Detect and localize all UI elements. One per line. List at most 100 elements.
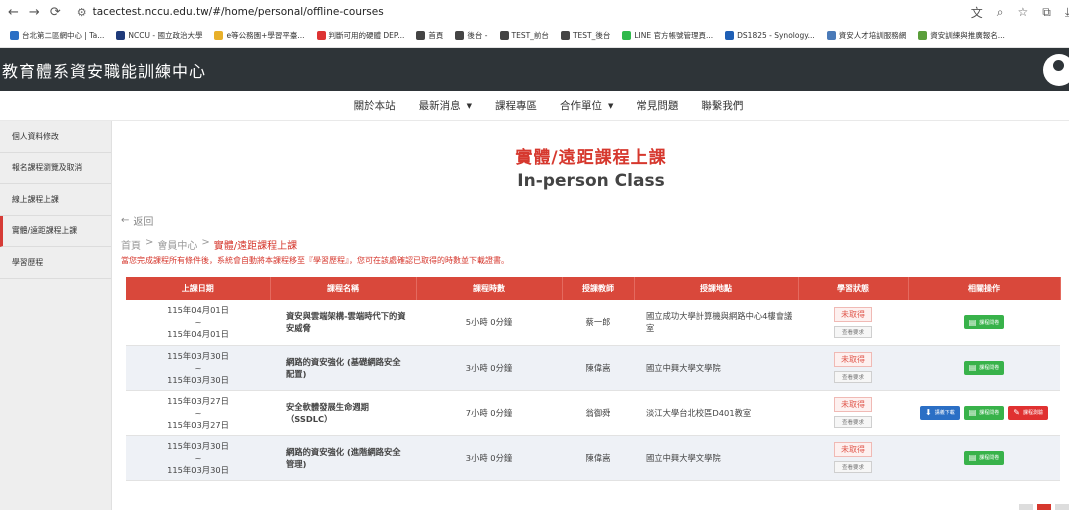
reload-icon[interactable]: ⟳ — [50, 5, 61, 20]
date-start: 115年03月27日 — [167, 395, 229, 406]
breadcrumb-current: 實體/遠距課程上課 — [213, 241, 298, 252]
table-header-row: 上課日期 課程名稱 課程時數 授課教師 授課地點 學習狀態 相關操作 — [126, 277, 1061, 300]
course-name: 安全軟體發展生命週期（SSDLC） — [270, 390, 416, 436]
bookmark-icon — [10, 30, 19, 40]
button-label: 課程問卷 — [979, 365, 1000, 371]
course-survey-button[interactable]: ▤ 課程問卷 — [963, 315, 1005, 330]
course-name: 網路的資安強化 (進階網路安全管理) — [270, 435, 416, 481]
bookmark-item[interactable]: 判斷可用的硬體 DEP... — [316, 30, 404, 41]
bookmark-label: e等公務園+學習平臺... — [226, 30, 305, 40]
site-info-icon[interactable]: ⚙ — [77, 6, 87, 19]
user-avatar-icon[interactable] — [1043, 54, 1069, 86]
browser-toolbar: 文 ⌕ ☆ ⧉ ⤓ ≡ — [971, 4, 1069, 21]
course-survey-button[interactable]: ▤ 課程問卷 — [963, 360, 1005, 375]
handout-download-button[interactable]: ⬇ 講義下載 — [919, 405, 960, 420]
view-requirements-button[interactable]: 查看要求 — [834, 371, 872, 383]
sidebar-item[interactable]: 實體/遠距課程上課 — [0, 215, 111, 247]
column-header: 授課地點 — [634, 277, 799, 300]
nav-item[interactable]: 聯繫我們 — [701, 98, 743, 113]
zoom-icon[interactable]: ⌕ — [997, 5, 1004, 20]
extensions-icon[interactable]: ⧉ — [1042, 5, 1051, 20]
bookmark-item[interactable]: LINE 官方帳號管理頁... — [622, 30, 713, 41]
bookmark-item[interactable]: e等公務園+學習平臺... — [214, 30, 305, 41]
date-start: 115年03月30日 — [167, 440, 229, 451]
content-layout: 個人資料修改 報名課程瀏覽及取消 線上課程上課 實體/遠距課程上課 學習歷程 實體/遠距… — [0, 121, 1069, 510]
bookmark-item[interactable]: DS1825 - Synology... — [725, 30, 815, 40]
column-header: 課程名稱 — [270, 277, 417, 300]
course-name: 資安與雲端架構-雲端時代下的資安威脅 — [270, 300, 416, 346]
translate-icon[interactable]: 文 — [971, 4, 983, 21]
breadcrumb-home[interactable]: 首頁 — [121, 237, 141, 252]
nav-item-label: 關於本站 — [353, 100, 396, 112]
nav-item[interactable]: 合作單位 ▼ — [560, 98, 613, 113]
bookmark-icon — [455, 30, 465, 40]
page-button-current[interactable] — [1037, 504, 1051, 510]
document-icon: ▤ — [968, 453, 977, 462]
course-survey-button[interactable]: ▤ 課程問卷 — [963, 405, 1005, 420]
course-table: 上課日期 課程名稱 課程時數 授課教師 授課地點 學習狀態 相關操作 115年04月01日 ~… — [126, 277, 1061, 481]
status-badge: 未取得 — [834, 306, 872, 322]
back-label: 返回 — [133, 217, 154, 228]
view-requirements-button[interactable]: 查看要求 — [834, 461, 872, 473]
bookmark-label: 資安人才培訓服務網 — [838, 30, 907, 40]
site-title: 教育體系資安職能訓練中心 — [2, 61, 207, 81]
page-button[interactable] — [1019, 504, 1033, 510]
pagination — [1019, 504, 1069, 510]
download-icon: ⬇ — [924, 408, 932, 417]
nav-item[interactable]: 關於本站 — [354, 98, 396, 113]
row-actions: ▤ 課程問卷 — [908, 435, 1060, 481]
bookmark-label: 首頁 — [428, 30, 444, 40]
date-end: 115年04月01日 — [167, 329, 229, 340]
view-requirements-button[interactable]: 查看要求 — [834, 416, 872, 428]
button-label: 講義下載 — [934, 410, 955, 416]
bookmark-icon — [214, 30, 224, 40]
table-body: 115年04月01日 ~115年04月01日 資安與雲端架構-雲端時代下的資安威脅 5… — [126, 300, 1060, 481]
actions-group: ▤ 課程問卷 — [908, 450, 1060, 465]
table-row: 115年03月30日 ~115年03月30日 網路的資安強化 (基礎網路安全配置) 3… — [126, 345, 1060, 391]
date-end: 115年03月30日 — [167, 374, 229, 385]
course-date: 115年03月30日 ~115年03月30日 — [126, 435, 270, 481]
nav-item[interactable]: 最新消息 ▼ — [419, 98, 472, 113]
sidebar-item[interactable]: 報名課程瀏覽及取消 — [0, 153, 111, 184]
course-date: 115年03月27日 ~115年03月27日 — [126, 390, 270, 436]
course-teacher: 翁御舜 — [562, 390, 634, 436]
star-icon[interactable]: ☆ — [1017, 5, 1028, 19]
bookmark-icon — [116, 30, 126, 40]
course-location: 國立中興大學文學院 — [634, 435, 798, 481]
table-row: 115年04月01日 ~115年04月01日 資安與雲端架構-雲端時代下的資安威脅 5… — [126, 300, 1060, 346]
bookmark-item[interactable]: 資安人才培訓服務網 — [826, 30, 907, 41]
address-bar[interactable]: ⚙ tacectest.nccu.edu.tw/#/home/personal/… — [70, 2, 951, 22]
breadcrumb-member[interactable]: 會員中心 — [157, 237, 197, 252]
back-arrow-icon[interactable]: ← — [8, 5, 19, 20]
breadcrumb: 首頁 > 會員中心 > 實體/遠距課程上課 — [121, 237, 1061, 252]
bookmark-item[interactable]: TEST_後台 — [560, 30, 610, 41]
bookmark-item[interactable]: TEST_前台 — [499, 30, 549, 41]
sidebar-item[interactable]: 學習歷程 — [0, 247, 111, 279]
nav-item[interactable]: 課程專區 — [495, 98, 537, 113]
table-row: 115年03月27日 ~115年03月27日 安全軟體發展生命週期（SSDLC） 7小… — [126, 390, 1060, 436]
forward-arrow-icon[interactable]: → — [29, 5, 40, 20]
bookmark-item[interactable]: 後台 - — [455, 30, 488, 41]
site-header: 教育體系資安職能訓練中心 — [0, 48, 1069, 91]
column-header: 授課教師 — [562, 277, 635, 300]
back-link[interactable]: ← 返回 — [121, 213, 1061, 228]
bookmark-item[interactable]: 首頁 — [416, 30, 443, 41]
course-quiz-button[interactable]: ✎ 課程測驗 — [1008, 405, 1048, 420]
bookmark-icon — [826, 30, 836, 40]
sidebar-item[interactable]: 個人資料修改 — [0, 121, 111, 153]
column-header: 相關操作 — [908, 277, 1061, 300]
course-name: 網路的資安強化 (基礎網路安全配置) — [270, 345, 416, 391]
bookmark-item[interactable]: 台北第二區網中心 | Ta... — [10, 30, 104, 41]
course-survey-button[interactable]: ▤ 課程問卷 — [963, 450, 1005, 465]
bookmark-item[interactable]: 資安訓練與推廣報名... — [918, 30, 1005, 41]
download-icon[interactable]: ⤓ — [1065, 5, 1069, 20]
actions-group: ⬇ 講義下載 ▤ 課程問卷 ✎ 課程測驗 — [908, 405, 1060, 420]
course-date: 115年04月01日 ~115年04月01日 — [126, 300, 270, 346]
learning-status: 未取得 查看要求 — [798, 390, 908, 436]
bookmark-icon — [499, 30, 509, 40]
page-button[interactable] — [1055, 504, 1069, 510]
sidebar-item[interactable]: 線上課程上課 — [0, 184, 111, 216]
nav-item[interactable]: 常見問題 — [636, 98, 678, 113]
view-requirements-button[interactable]: 查看要求 — [834, 325, 872, 338]
bookmark-item[interactable]: NCCU - 國立政治大學 — [116, 30, 202, 41]
